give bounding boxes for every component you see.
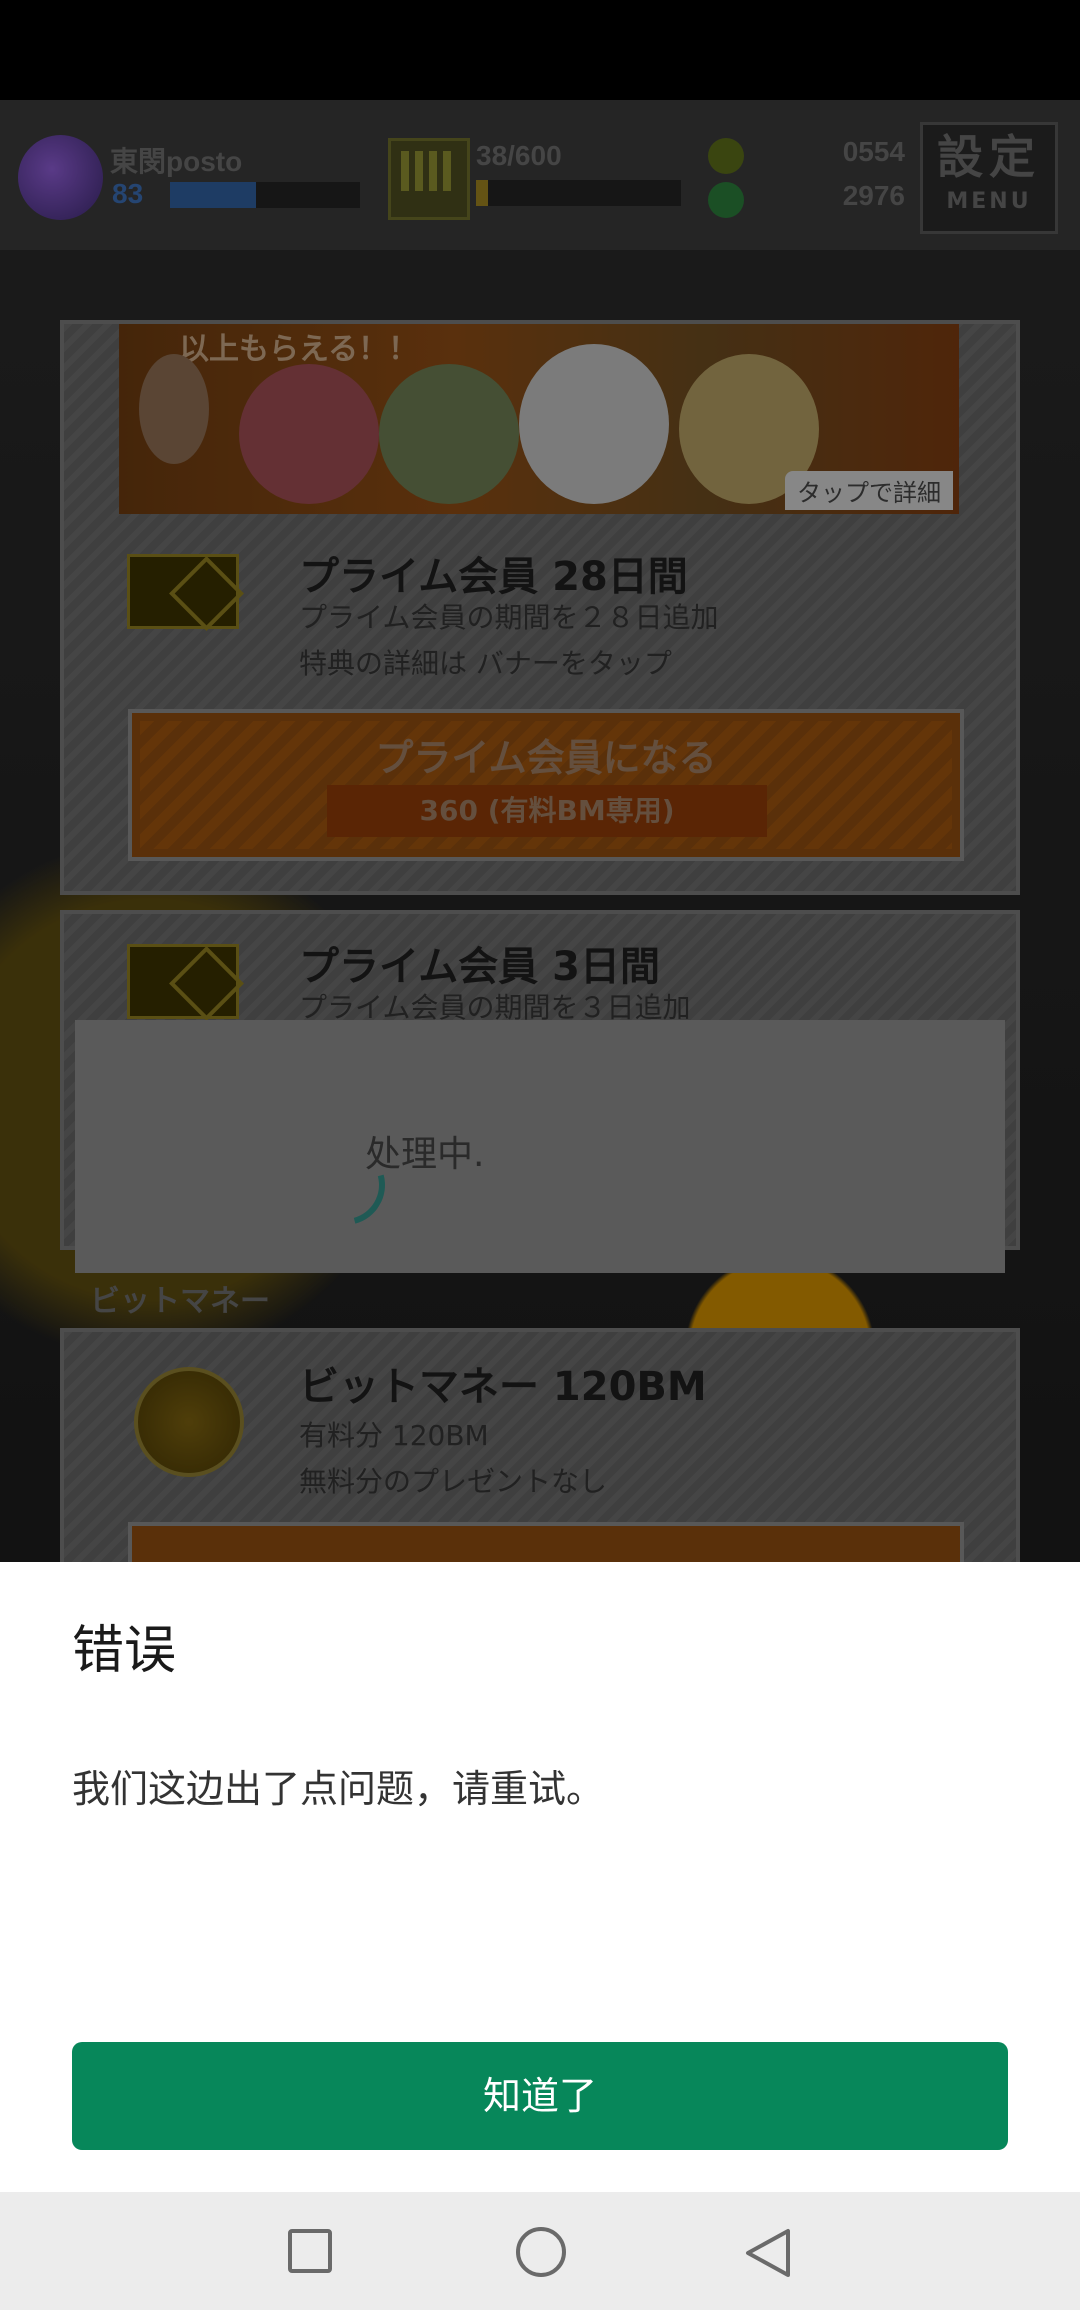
processing-text: 处理中. xyxy=(365,1134,485,1175)
game-background: 東閔posto 83 38/600 0554 2976 設定 MENU 以上もら… xyxy=(0,100,1080,1562)
dim-overlay xyxy=(0,100,1080,1562)
error-message: 我们这边出了点问题，请重试。 xyxy=(72,1767,605,1811)
error-sheet: 错误 我们这边出了点问题，请重试。 知道了 xyxy=(0,1562,1080,2192)
error-title: 错误 xyxy=(72,1621,177,1681)
back-icon[interactable] xyxy=(740,2225,796,2281)
home-icon[interactable] xyxy=(516,2227,566,2277)
processing-dialog: 处理中. xyxy=(75,1020,1005,1273)
got-it-button[interactable]: 知道了 xyxy=(72,2042,1008,2150)
system-nav-bar xyxy=(0,2192,1080,2310)
recent-apps-icon[interactable] xyxy=(288,2229,332,2273)
